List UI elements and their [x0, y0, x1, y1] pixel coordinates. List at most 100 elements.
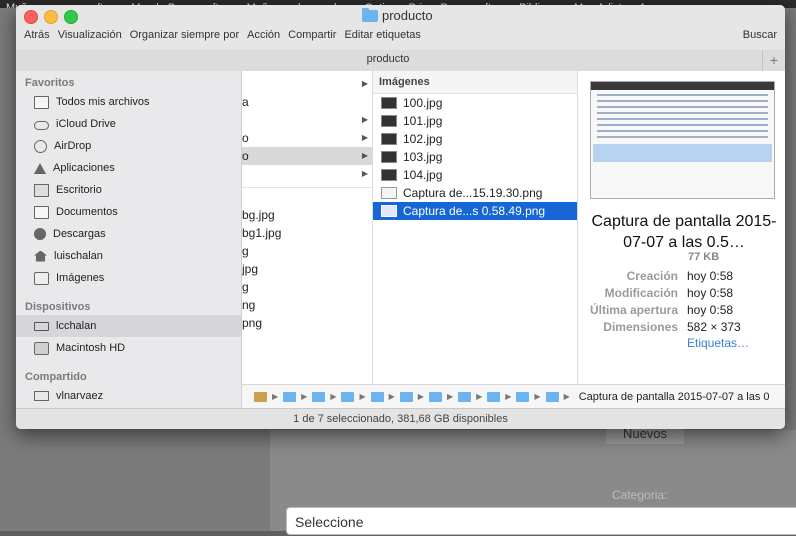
- sidebar-item[interactable]: iCloud Drive: [16, 113, 241, 135]
- documents-icon: [34, 205, 49, 219]
- column-item[interactable]: ▶: [242, 165, 372, 183]
- sidebar-item-label: luischalan: [54, 250, 103, 262]
- sidebar-item[interactable]: Descargas: [16, 223, 241, 245]
- sidebar-item-label: AirDrop: [54, 140, 92, 152]
- sidebar-item[interactable]: Escritorio: [16, 179, 241, 201]
- column-item[interactable]: bg1.jpg: [242, 224, 372, 242]
- column-item[interactable]: o ▶: [242, 129, 372, 147]
- column-item[interactable]: ng: [242, 296, 372, 314]
- folder-icon[interactable]: [487, 391, 501, 402]
- sidebar-item[interactable]: Macintosh HD: [16, 337, 241, 359]
- image-file-icon: [381, 133, 397, 145]
- column-item[interactable]: a: [242, 93, 372, 111]
- folder-icon[interactable]: [545, 391, 559, 402]
- sidebar-item[interactable]: AirDrop: [16, 135, 241, 157]
- metadata-row: Última apertura hoy 0:58: [578, 303, 785, 320]
- cloud-icon: [34, 120, 49, 130]
- file-row[interactable]: 104.jpg: [373, 166, 577, 184]
- downloads-icon: [34, 228, 46, 240]
- sidebar-item[interactable]: Imágenes: [16, 267, 241, 289]
- path-file-label: Captura de pantalla 2015-07-07 a las 0: [578, 390, 770, 403]
- column-item[interactable]: o ▶: [242, 147, 372, 165]
- folder-icon[interactable]: [370, 391, 384, 402]
- sidebar-item-label: Todos mis archivos: [56, 96, 150, 108]
- file-row[interactable]: Captura de...s 0.58.49.png: [373, 202, 577, 220]
- column-item[interactable]: g: [242, 242, 372, 260]
- preview-pane: Captura de pantalla 2015-07-07 a las 0.5…: [578, 71, 785, 384]
- minimize-window-button[interactable]: [44, 10, 58, 24]
- sidebar-item[interactable]: luischalan: [16, 245, 241, 267]
- column-header: Imágenes: [373, 71, 577, 94]
- folder-icon[interactable]: [399, 391, 413, 402]
- close-window-button[interactable]: [24, 10, 38, 24]
- file-row[interactable]: Captura de...15.19.30.png: [373, 184, 577, 202]
- chevron-right-icon: ▶: [505, 392, 512, 401]
- folder-icon[interactable]: [312, 391, 326, 402]
- home-icon: [34, 250, 47, 262]
- toolbar-organizar-siempre-por-button[interactable]: Organizar siempre por: [130, 29, 239, 41]
- toolbar-compartir-button[interactable]: Compartir: [288, 29, 336, 41]
- image-file-icon: [381, 97, 397, 109]
- folder-icon[interactable]: [341, 391, 355, 402]
- sidebar-section-header: Dispositivos: [25, 301, 91, 313]
- chevron-right-icon: ▶: [534, 392, 541, 401]
- path-strip: ▶ ▶ ▶ ▶ ▶ ▶ ▶ ▶ ▶ ▶ ▶ Captura de pantalla 2015-07-0…: [242, 384, 785, 408]
- column-item[interactable]: jpg: [242, 260, 372, 278]
- chevron-right-icon: ▶: [446, 392, 454, 401]
- folder-icon[interactable]: [458, 391, 472, 402]
- maximize-window-button[interactable]: [64, 10, 78, 24]
- sidebar-item-label: Escritorio: [56, 184, 102, 196]
- file-name: Captura de...15.19.30.png: [403, 186, 543, 200]
- monitor-icon: [34, 391, 49, 401]
- sidebar-item[interactable]: Documentos: [16, 201, 241, 223]
- file-row[interactable]: 101.jpg: [373, 112, 577, 130]
- sidebar-section-header: Compartido: [25, 371, 87, 383]
- sidebar-item-label: iCloud Drive: [56, 118, 116, 130]
- toolbar: Atrás Visualización Organizar siempre por A…: [24, 29, 421, 41]
- browser-column-1: ▶ a ▶ o ▶ o ▶ ▶ bg.jpg bg1.jpg g jpg g ng png: [242, 71, 373, 384]
- chevron-right-icon: ▶: [330, 392, 337, 401]
- folder-icon[interactable]: [516, 391, 530, 402]
- chevron-right-icon: ▶: [563, 392, 570, 401]
- metadata-key: Modificación: [604, 286, 678, 300]
- sidebar-item[interactable]: vlnarvaez: [16, 385, 241, 407]
- sidebar-item[interactable]: lcchalan: [16, 315, 241, 337]
- preview-title: Captura de pantalla 2015-07-07 a las 0.5…: [591, 213, 777, 251]
- disk-icon[interactable]: [254, 391, 267, 402]
- file-row[interactable]: 103.jpg: [373, 148, 577, 166]
- folder-icon[interactable]: [283, 391, 297, 402]
- sidebar-item-label: Aplicaciones: [53, 162, 115, 174]
- chevron-right-icon: ▶: [417, 392, 424, 401]
- column-item[interactable]: g: [242, 278, 372, 296]
- column-item[interactable]: bg.jpg: [242, 206, 372, 224]
- sidebar-item[interactable]: Todos mis archivos: [16, 91, 241, 113]
- column-item[interactable]: ▶: [242, 75, 372, 93]
- disk-icon: [34, 341, 49, 355]
- sidebar-item-label: Imágenes: [56, 272, 105, 284]
- file-row[interactable]: 102.jpg: [373, 130, 577, 148]
- toolbar-visualizaci-n-button[interactable]: Visualización: [58, 29, 122, 41]
- folder-icon[interactable]: [428, 391, 442, 402]
- tags-link[interactable]: Etiquetas…: [687, 336, 749, 350]
- add-tab-button[interactable]: +: [762, 50, 785, 71]
- sidebar-item[interactable]: Aplicaciones: [16, 157, 241, 179]
- column-item[interactable]: ▶: [242, 111, 372, 129]
- column-item[interactable]: png: [242, 314, 372, 332]
- chevron-right-icon: ▶: [361, 79, 368, 88]
- chevron-right-icon: ▶: [361, 133, 368, 142]
- applications-icon: [34, 162, 46, 174]
- file-row[interactable]: 100.jpg: [373, 94, 577, 112]
- sidebar-section-header: Favoritos: [25, 77, 75, 89]
- airdrop-icon: [34, 139, 47, 153]
- sidebar-item-label: Documentos: [56, 206, 118, 218]
- metadata-key: Última apertura: [589, 303, 678, 317]
- search-button[interactable]: Buscar: [743, 29, 777, 41]
- toolbar-acci-n-button[interactable]: Acción: [247, 29, 280, 41]
- image-file-icon: [381, 169, 397, 181]
- file-name: 100.jpg: [403, 96, 443, 110]
- toolbar-editar-etiquetas-button[interactable]: Editar etiquetas: [344, 29, 420, 41]
- title-bar: producto Atrás Visualización Organizar sie…: [16, 5, 785, 54]
- file-name: 104.jpg: [403, 168, 443, 182]
- column-item[interactable]: [242, 188, 372, 206]
- toolbar-atr-s-button[interactable]: Atrás: [24, 29, 50, 41]
